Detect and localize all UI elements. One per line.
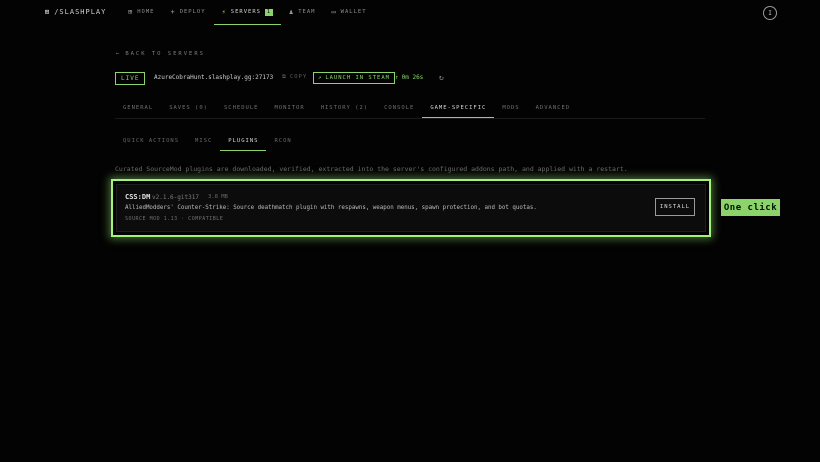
- server-tabs: GENERAL SAVES (0) SCHEDULE MONITOR HISTO…: [115, 98, 705, 119]
- refresh-icon[interactable]: ↻: [439, 73, 444, 82]
- slashplay-logo-icon: ⊞: [45, 8, 51, 16]
- tab-history[interactable]: HISTORY (2): [313, 98, 376, 117]
- plugin-size: 3.8 MB: [208, 194, 228, 200]
- profile-avatar[interactable]: I: [763, 6, 777, 20]
- install-button[interactable]: INSTALL: [655, 198, 695, 216]
- plus-icon: +: [170, 8, 176, 16]
- nav-servers[interactable]: ⚡ SERVERS 1: [213, 0, 281, 25]
- top-nav: ⊞ HOME + DEPLOY ⚡ SERVERS 1 ♟ TEAM ▭ WAL…: [120, 0, 375, 25]
- subtab-rcon[interactable]: RCON: [266, 131, 299, 150]
- launch-in-steam-label: LAUNCH IN STEAM: [325, 75, 390, 81]
- tab-console[interactable]: CONSOLE: [376, 98, 422, 117]
- plugins-description: Curated SourceMod plugins are downloaded…: [115, 165, 628, 173]
- nav-wallet[interactable]: ▭ WALLET: [323, 0, 374, 24]
- tab-monitor[interactable]: MONITOR: [267, 98, 313, 117]
- copy-button[interactable]: ⧉ COPY: [282, 74, 307, 81]
- nav-home-label: HOME: [137, 9, 155, 15]
- copy-label: COPY: [289, 74, 308, 80]
- nav-team[interactable]: ♟ TEAM: [281, 0, 323, 24]
- wallet-icon: ▭: [331, 8, 337, 16]
- subtab-misc[interactable]: MISC: [187, 131, 220, 150]
- nav-deploy[interactable]: + DEPLOY: [162, 0, 213, 24]
- external-link-icon: ↗: [318, 75, 323, 81]
- plugin-description: AlliedModders' Counter-Strike: Source de…: [125, 205, 537, 211]
- tab-saves[interactable]: SAVES (0): [161, 98, 216, 117]
- server-address: AzureCobraHunt.slashplay.gg:27173: [154, 74, 274, 81]
- nav-wallet-label: WALLET: [340, 9, 367, 15]
- plugin-name: CSS:DM: [125, 193, 151, 201]
- brand-name: /SLASHPLAY: [54, 8, 107, 16]
- arrow-left-icon: ←: [116, 51, 122, 57]
- team-icon: ♟: [288, 8, 295, 16]
- nav-home[interactable]: ⊞ HOME: [120, 0, 162, 24]
- copy-icon: ⧉: [282, 74, 287, 80]
- subtab-quick-actions[interactable]: QUICK ACTIONS: [115, 131, 187, 150]
- tab-mods[interactable]: MODS: [494, 98, 527, 117]
- back-to-servers-link[interactable]: ← BACK TO SERVERS: [116, 51, 205, 57]
- tab-game-specific[interactable]: GAME-SPECIFIC: [422, 98, 495, 118]
- uptime: ↑ 0m 26s: [395, 74, 423, 81]
- arrow-up-icon: ↑: [395, 74, 399, 81]
- home-icon: ⊞: [128, 8, 134, 16]
- nav-team-label: TEAM: [298, 9, 316, 15]
- tab-general[interactable]: GENERAL: [115, 98, 161, 117]
- one-click-callout: One click: [721, 199, 780, 216]
- launch-in-steam-button[interactable]: ↗ LAUNCH IN STEAM: [313, 72, 395, 84]
- nav-servers-label: SERVERS: [230, 9, 261, 15]
- uptime-value: 0m 26s: [401, 74, 424, 81]
- brand[interactable]: ⊞ /SLASHPLAY: [45, 8, 106, 16]
- servers-count-badge: 1: [264, 8, 273, 16]
- back-label: BACK TO SERVERS: [125, 51, 205, 57]
- tab-schedule[interactable]: SCHEDULE: [216, 98, 267, 117]
- status-badge: LIVE: [115, 72, 146, 85]
- plugin-compatibility: SOURCE MOD 1.13 · COMPATIBLE: [125, 216, 224, 222]
- nav-deploy-label: DEPLOY: [179, 9, 206, 15]
- game-specific-subtabs: QUICK ACTIONS MISC PLUGINS RCON: [115, 131, 300, 151]
- bolt-icon: ⚡: [221, 8, 227, 16]
- subtab-plugins[interactable]: PLUGINS: [220, 131, 267, 151]
- plugin-version: v2.1.6-git317: [152, 194, 199, 201]
- tab-advanced[interactable]: ADVANCED: [528, 98, 579, 117]
